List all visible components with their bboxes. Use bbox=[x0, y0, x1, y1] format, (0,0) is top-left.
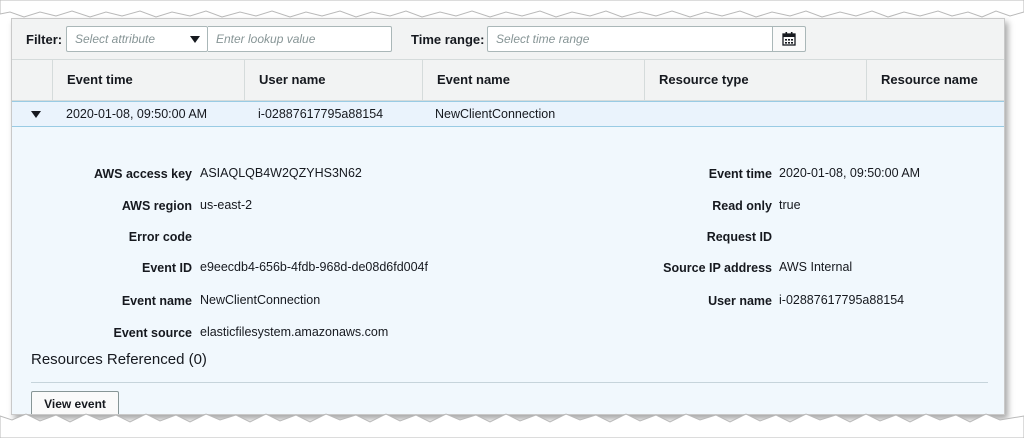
detail-key: AWS access key bbox=[94, 167, 192, 181]
detail-value: ASIAQLQB4W2QZYHS3N62 bbox=[200, 166, 362, 180]
detail-value: i-02887617795a88154 bbox=[779, 293, 905, 307]
detail-key: Event name bbox=[121, 294, 192, 308]
detail-key: Event source bbox=[113, 326, 192, 340]
expanded-triangle-icon[interactable] bbox=[31, 111, 41, 118]
detail-key: Source IP address bbox=[663, 261, 772, 275]
calendar-button[interactable] bbox=[772, 26, 806, 52]
detail-value: 2020-01-08, 09:50:00 AM bbox=[779, 166, 921, 180]
resources-referenced-title: Resources Referenced (0) bbox=[31, 351, 207, 368]
detail-key: Read only bbox=[712, 199, 772, 213]
time-range-placeholder: Select time range bbox=[496, 32, 590, 46]
detail-key: Error code bbox=[128, 230, 192, 244]
column-event-time[interactable]: Event time bbox=[52, 60, 244, 100]
filter-bar: Filter: Select attribute Enter lookup va… bbox=[12, 19, 1004, 60]
divider bbox=[31, 382, 988, 383]
detail-key: AWS region bbox=[121, 199, 192, 213]
caret-down-icon bbox=[190, 36, 200, 43]
row-event-name: NewClientConnection bbox=[435, 107, 556, 121]
torn-paper-bottom-edge bbox=[0, 413, 1024, 438]
filter-label: Filter: bbox=[26, 32, 63, 47]
lookup-value-input[interactable]: Enter lookup value bbox=[208, 26, 392, 52]
events-table-header: Event time User name Event name Resource… bbox=[12, 60, 1004, 101]
row-event-time: 2020-01-08, 09:50:00 AM bbox=[66, 107, 208, 121]
column-user-name[interactable]: User name bbox=[244, 60, 422, 100]
detail-value: us-east-2 bbox=[200, 198, 253, 212]
detail-value: true bbox=[779, 198, 801, 212]
detail-value: elasticfilesystem.amazonaws.com bbox=[200, 325, 389, 339]
event-detail-panel: AWS access key ASIAQLQB4W2QZYHS3N62 AWS … bbox=[12, 127, 1004, 414]
time-range-label: Time range: bbox=[411, 32, 485, 47]
column-resource-name[interactable]: Resource name bbox=[866, 60, 1004, 100]
calendar-icon bbox=[782, 31, 796, 46]
column-resource-type[interactable]: Resource type bbox=[644, 60, 866, 100]
detail-key: Request ID bbox=[706, 230, 772, 244]
column-event-name[interactable]: Event name bbox=[422, 60, 644, 100]
detail-key: Event ID bbox=[141, 261, 192, 275]
detail-value: e9eecdb4-656b-4fdb-968d-de08d6fd004f bbox=[200, 260, 428, 274]
cloudtrail-event-panel: Filter: Select attribute Enter lookup va… bbox=[11, 18, 1005, 415]
detail-value: NewClientConnection bbox=[200, 293, 321, 307]
attribute-select-placeholder: Select attribute bbox=[75, 32, 156, 46]
detail-value: AWS Internal bbox=[779, 260, 853, 274]
row-user-name: i-02887617795a88154 bbox=[258, 107, 384, 121]
table-row[interactable]: 2020-01-08, 09:50:00 AM i-02887617795a88… bbox=[12, 101, 1004, 127]
time-range-input[interactable]: Select time range bbox=[487, 26, 773, 52]
detail-key: User name bbox=[708, 294, 772, 308]
attribute-select[interactable]: Select attribute bbox=[66, 26, 208, 52]
lookup-value-placeholder: Enter lookup value bbox=[216, 32, 316, 46]
detail-key: Event time bbox=[708, 167, 772, 181]
